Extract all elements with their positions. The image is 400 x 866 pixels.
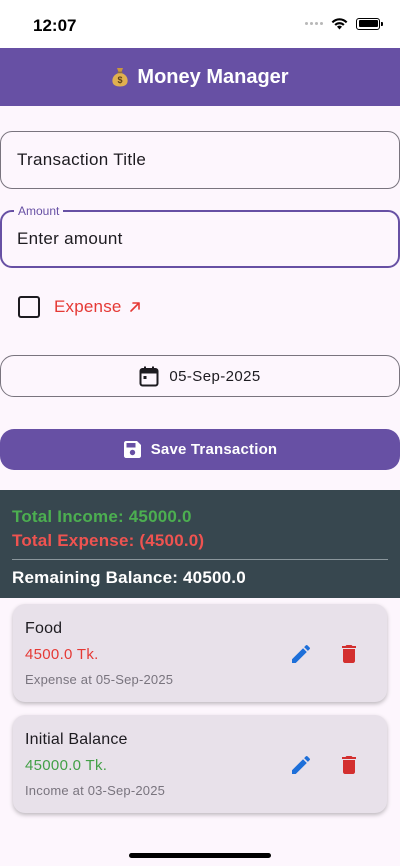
app-bar: $ Money Manager — [0, 48, 400, 106]
list-item[interactable]: Food 4500.0 Tk. Expense at 05-Sep-2025 — [13, 604, 387, 702]
wifi-icon — [331, 18, 348, 30]
status-time: 12:07 — [33, 16, 77, 35]
list-item[interactable]: Initial Balance 45000.0 Tk. Income at 03… — [13, 715, 387, 813]
expense-toggle[interactable]: Expense — [18, 296, 142, 318]
total-expense: Total Expense: (4500.0) — [12, 531, 205, 550]
transaction-title: Initial Balance — [25, 731, 128, 748]
pencil-icon[interactable] — [289, 642, 313, 666]
summary-divider — [12, 559, 388, 560]
save-transaction-button[interactable]: Save Transaction — [0, 429, 400, 470]
transaction-subtitle: Income at 03-Sep-2025 — [25, 783, 166, 798]
svg-text:$: $ — [118, 75, 123, 85]
pencil-icon[interactable] — [289, 753, 313, 777]
balance-summary: Total Income: 45000.0 Total Expense: (45… — [0, 490, 400, 598]
transaction-subtitle: Expense at 05-Sep-2025 — [25, 672, 174, 687]
battery-icon — [356, 17, 383, 30]
cellular-signal-icon — [305, 22, 323, 25]
money-bag-icon: $ — [112, 68, 129, 87]
home-indicator[interactable] — [129, 853, 271, 858]
amount-label: Amount — [14, 204, 64, 218]
amount-field[interactable]: Amount — [0, 204, 400, 268]
save-icon — [123, 441, 141, 458]
transaction-title-input[interactable] — [1, 132, 399, 188]
transaction-amount: 45000.0 Tk. — [25, 757, 108, 774]
amount-input[interactable] — [2, 212, 398, 266]
status-icons — [305, 17, 383, 30]
app-title: Money Manager — [137, 65, 289, 88]
calendar-icon — [139, 366, 159, 386]
expense-label: Expense — [54, 297, 122, 316]
transaction-list[interactable]: Food 4500.0 Tk. Expense at 05-Sep-2025 I… — [0, 598, 400, 830]
status-bar: 12:07 — [0, 0, 400, 48]
trash-icon[interactable] — [337, 753, 361, 777]
save-button-label: Save Transaction — [150, 441, 278, 458]
date-label: 05-Sep-2025 — [169, 367, 261, 385]
expense-checkbox[interactable] — [18, 296, 40, 318]
transaction-amount: 4500.0 Tk. — [25, 646, 99, 663]
transaction-title-field[interactable] — [0, 131, 400, 189]
remaining-balance: Remaining Balance: 40500.0 — [12, 568, 246, 587]
arrow-up-right-icon — [129, 302, 140, 312]
trash-icon[interactable] — [337, 642, 361, 666]
total-income: Total Income: 45000.0 — [12, 507, 192, 526]
transaction-title: Food — [25, 620, 63, 637]
date-picker-button[interactable]: 05-Sep-2025 — [0, 355, 400, 397]
